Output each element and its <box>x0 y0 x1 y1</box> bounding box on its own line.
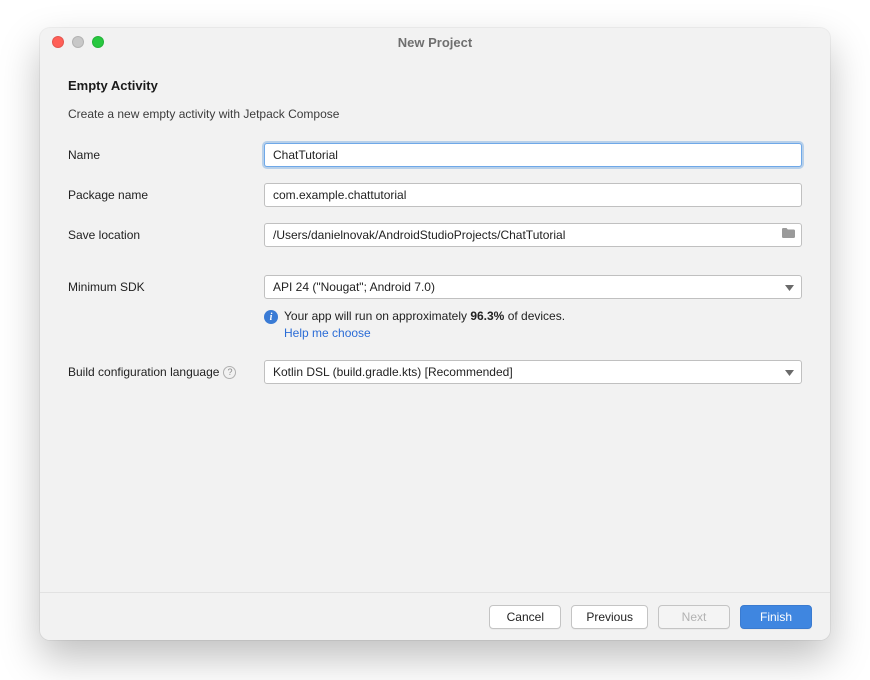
build-language-value: Kotlin DSL (build.gradle.kts) [Recommend… <box>273 365 513 379</box>
new-project-window: New Project Empty Activity Create a new … <box>40 28 830 640</box>
row-minimum-sdk: Minimum SDK API 24 ("Nougat"; Android 7.… <box>68 275 802 299</box>
minimum-sdk-value: API 24 ("Nougat"; Android 7.0) <box>273 280 435 294</box>
label-name: Name <box>68 148 264 162</box>
sdk-hint: i Your app will run on approximately 96.… <box>264 309 802 340</box>
window-zoom-button[interactable] <box>92 36 104 48</box>
build-language-select[interactable]: Kotlin DSL (build.gradle.kts) [Recommend… <box>264 360 802 384</box>
window-minimize-button[interactable] <box>72 36 84 48</box>
label-minimum-sdk: Minimum SDK <box>68 280 264 294</box>
label-build-language-text: Build configuration language <box>68 365 219 379</box>
row-name: Name <box>68 143 802 167</box>
cancel-button[interactable]: Cancel <box>489 605 561 629</box>
label-save-location: Save location <box>68 228 264 242</box>
row-package-name: Package name <box>68 183 802 207</box>
help-icon[interactable]: ? <box>223 366 236 379</box>
info-icon: i <box>264 310 278 324</box>
window-close-button[interactable] <box>52 36 64 48</box>
traffic-lights <box>40 36 104 48</box>
row-save-location: Save location <box>68 223 802 247</box>
minimum-sdk-select[interactable]: API 24 ("Nougat"; Android 7.0) <box>264 275 802 299</box>
browse-folder-icon[interactable] <box>781 226 796 244</box>
content-area: Empty Activity Create a new empty activi… <box>40 56 830 592</box>
hint-text-pre: Your app will run on approximately <box>284 309 470 323</box>
previous-button[interactable]: Previous <box>571 605 648 629</box>
window-title: New Project <box>40 35 830 50</box>
label-build-language: Build configuration language ? <box>68 365 264 379</box>
finish-button[interactable]: Finish <box>740 605 812 629</box>
next-button[interactable]: Next <box>658 605 730 629</box>
titlebar: New Project <box>40 28 830 56</box>
row-build-language: Build configuration language ? Kotlin DS… <box>68 360 802 384</box>
help-me-choose-link[interactable]: Help me choose <box>284 326 371 340</box>
hint-text-post: of devices. <box>504 309 565 323</box>
hint-percent: 96.3% <box>470 309 504 323</box>
footer: Cancel Previous Next Finish <box>40 592 830 640</box>
save-location-input[interactable] <box>264 223 802 247</box>
package-name-input[interactable] <box>264 183 802 207</box>
label-package-name: Package name <box>68 188 264 202</box>
page-heading: Empty Activity <box>68 78 802 93</box>
page-description: Create a new empty activity with Jetpack… <box>68 107 802 121</box>
name-input[interactable] <box>264 143 802 167</box>
